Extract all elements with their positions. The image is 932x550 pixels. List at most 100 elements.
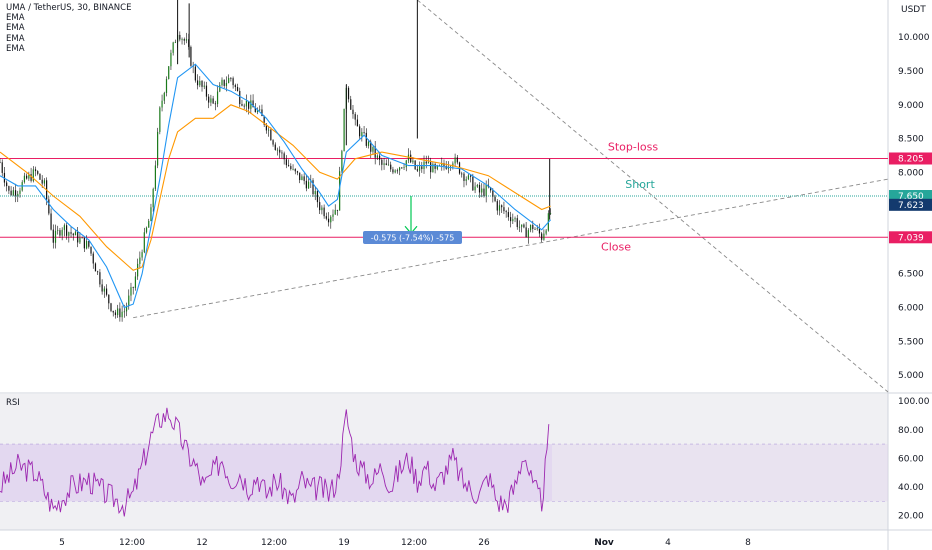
candle-body [470, 175, 472, 177]
candle-body [330, 216, 332, 223]
candle-body [532, 224, 534, 229]
candle-body [276, 149, 279, 151]
rsi-tick-label: 20.00 [898, 512, 924, 522]
candle-body [510, 217, 512, 222]
price-tick-label: 9.500 [898, 67, 924, 77]
candle-body [174, 42, 176, 44]
ema-legend-4: EMA [6, 43, 25, 54]
candle-body [534, 228, 536, 230]
price-tag: 7.039 [889, 231, 932, 244]
candle-body [545, 230, 547, 234]
candle-body [212, 98, 214, 104]
candle-body [121, 311, 123, 318]
candle-body [341, 151, 343, 172]
price-tick-label: 5.000 [898, 371, 924, 381]
candle-body [117, 308, 119, 316]
candle-body [541, 233, 543, 240]
candle-body [12, 190, 14, 195]
candle-body [507, 212, 509, 218]
candle-body [230, 78, 232, 79]
candle-body [421, 166, 423, 170]
candle-body [279, 149, 281, 153]
candle-body [356, 119, 359, 127]
candle-body [0, 162, 1, 164]
time-tick-label: 12:00 [119, 538, 145, 548]
candle-body [79, 237, 81, 243]
candle-body [26, 175, 28, 179]
candle-body [381, 159, 383, 165]
chart-canvas[interactable]: 10.0009.5009.0008.5008.0007.5007.0006.50… [0, 0, 932, 550]
candle-body [108, 294, 110, 304]
candle-body [216, 91, 219, 105]
candle-body [90, 246, 92, 254]
rsi-tick-label: 100.00 [898, 397, 930, 407]
candle-body [323, 207, 325, 217]
candle-body [103, 288, 105, 292]
candle-body [314, 191, 316, 195]
candle-body [8, 186, 10, 191]
candle-body [132, 287, 134, 288]
symbol-label: UMA / TetherUS, 30, BINANCE [6, 3, 132, 13]
candle-body [505, 211, 507, 213]
candle-body [97, 271, 99, 273]
rsi-tick-label: 40.00 [898, 483, 924, 493]
candle-body [14, 190, 17, 196]
candle-body [281, 152, 283, 154]
candle-body [66, 225, 68, 236]
candle-body [472, 176, 474, 191]
candle-body [41, 179, 43, 184]
candle-body [361, 132, 363, 137]
candle-body [525, 227, 527, 238]
price-tag-label: 7.623 [898, 201, 924, 211]
candle-body [234, 85, 236, 88]
rsi-band-future [552, 444, 888, 502]
ema-legend-3: EMA [6, 33, 25, 44]
price-tick-label: 6.500 [898, 270, 924, 280]
candle-body [385, 163, 387, 166]
candle-body [168, 66, 170, 80]
candle-body [334, 209, 336, 215]
candle-body [518, 226, 521, 228]
candle-body [392, 169, 394, 173]
candle-body [48, 199, 50, 214]
candle-body [23, 175, 26, 183]
candle-body [498, 205, 501, 211]
candle-body [150, 207, 152, 222]
candle-body [296, 171, 299, 173]
candle-body [245, 100, 248, 107]
candle-body [516, 218, 518, 228]
candle-body [50, 213, 52, 230]
candle-body [17, 193, 19, 196]
price-tag-label: 8.205 [898, 154, 924, 164]
candle-body [299, 172, 301, 181]
candle-body [181, 39, 183, 40]
candle-body [70, 232, 72, 234]
candle-body [241, 104, 243, 106]
price-tag-label: 7.039 [898, 233, 924, 243]
candle-body [259, 109, 261, 111]
candle-body [88, 240, 90, 247]
candle-body [239, 90, 241, 105]
candle-body [332, 214, 334, 217]
candle-body [243, 105, 245, 107]
candle-body [112, 310, 114, 313]
candle-body [494, 196, 496, 202]
candle-body [101, 284, 103, 292]
annotation-stop-loss: Stop-loss [608, 140, 658, 153]
time-tick-label: 19 [338, 538, 350, 548]
time-tick-label: 8 [745, 538, 751, 548]
candle-body [347, 87, 350, 100]
candle-body [52, 229, 54, 243]
candle-body [290, 166, 292, 170]
candle-body [57, 230, 59, 231]
price-tick-label: 8.500 [898, 135, 924, 145]
candle-body [292, 168, 294, 170]
candle-body [536, 228, 538, 230]
ema-legend-1: EMA [6, 13, 25, 24]
candle-body [476, 184, 478, 187]
candle-body [501, 205, 503, 208]
candle-body [336, 209, 339, 211]
candle-body [210, 98, 212, 103]
candle-body [325, 216, 327, 219]
candle-body [39, 173, 41, 180]
